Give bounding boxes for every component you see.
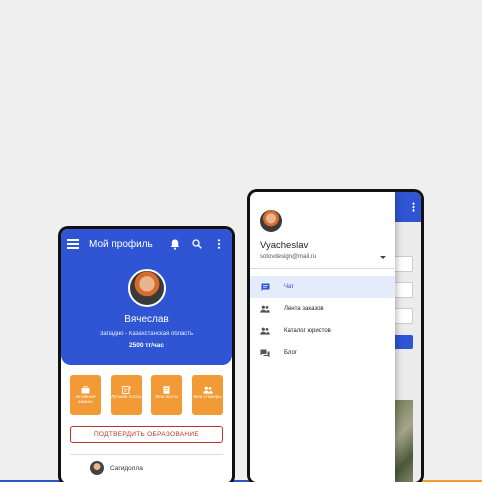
drawer-item-label: Лента заказов	[284, 306, 324, 312]
group-icon	[260, 327, 270, 336]
page-title: Мой профиль	[89, 238, 153, 250]
more-vert-icon[interactable]	[412, 202, 415, 212]
bell-icon[interactable]	[168, 237, 182, 251]
drawer-item-blog[interactable]: Блог	[250, 342, 395, 364]
person-name: Сагидолла	[110, 464, 143, 472]
profile-screen: Мой профиль Вячеслав Западно - Казахстан…	[61, 229, 232, 482]
tile-label: Лучшие посты	[111, 394, 142, 399]
drawer-user-email: sotovdesign@mail.ru	[260, 254, 317, 260]
tile-my-posts[interactable]: Мои посты	[151, 375, 183, 415]
profile-name: Вячеслав	[124, 314, 169, 325]
search-icon[interactable]	[190, 237, 204, 251]
briefcase-icon	[81, 381, 90, 394]
group-icon	[260, 305, 270, 314]
more-vert-icon[interactable]	[212, 237, 226, 251]
edit-note-icon	[121, 381, 131, 394]
tile-active-orders[interactable]: Активные заказы	[70, 375, 101, 415]
tile-label: Мои посты	[155, 394, 179, 399]
forum-icon	[260, 349, 270, 358]
tile-my-interns[interactable]: Мои стажеры	[191, 375, 223, 415]
drawer-item-label: Каталог юристов	[284, 328, 331, 334]
drawer-item-label: Чат	[284, 284, 294, 290]
drawer-menu: Чат Лента заказов Каталог юристов Блог	[250, 276, 395, 364]
navigation-drawer: Vyacheslav sotovdesign@mail.ru Чат Лента…	[250, 192, 395, 482]
tile-label: Активные заказы	[75, 394, 96, 404]
drawer-user-name: Vyacheslav	[260, 240, 309, 251]
profile-header: Вячеслав Западно - Казахстанская область…	[61, 259, 232, 365]
chat-icon	[260, 283, 270, 292]
avatar	[127, 269, 166, 307]
profile-phone: Мой профиль Вячеслав Западно - Казахстан…	[58, 226, 235, 482]
tile-best-posts[interactable]: Лучшие посты	[110, 375, 142, 415]
profile-region: Западно - Казахстанская область	[99, 331, 194, 337]
drawer-item-label: Блог	[284, 350, 297, 356]
tile-label: Мои стажеры	[193, 394, 222, 399]
divider	[250, 268, 395, 269]
chevron-down-icon[interactable]	[380, 256, 386, 259]
menu-icon[interactable]	[67, 239, 79, 249]
avatar	[90, 461, 104, 475]
drawer-screen: Vyacheslav sotovdesign@mail.ru Чат Лента…	[250, 192, 421, 482]
drawer-item-lawyers-catalog[interactable]: Каталог юристов	[250, 320, 395, 342]
drawer-item-chat[interactable]: Чат	[250, 276, 395, 298]
group-icon	[203, 381, 213, 394]
action-button[interactable]	[393, 335, 413, 349]
quick-actions: Активные заказы Лучшие посты Мои посты М…	[61, 375, 232, 415]
list-item[interactable]: Сагидолла	[61, 455, 232, 481]
profile-rate: 2500 тг/час	[129, 342, 164, 349]
drawer-item-orders-feed[interactable]: Лента заказов	[250, 298, 395, 320]
document-icon	[162, 381, 171, 394]
confirm-education-button[interactable]: ПОДТВЕРДИТЬ ОБРАЗОВАНИЕ	[70, 426, 223, 443]
drawer-phone: Vyacheslav sotovdesign@mail.ru Чат Лента…	[247, 189, 424, 482]
avatar	[260, 210, 282, 232]
app-bar: Мой профиль	[61, 229, 232, 259]
